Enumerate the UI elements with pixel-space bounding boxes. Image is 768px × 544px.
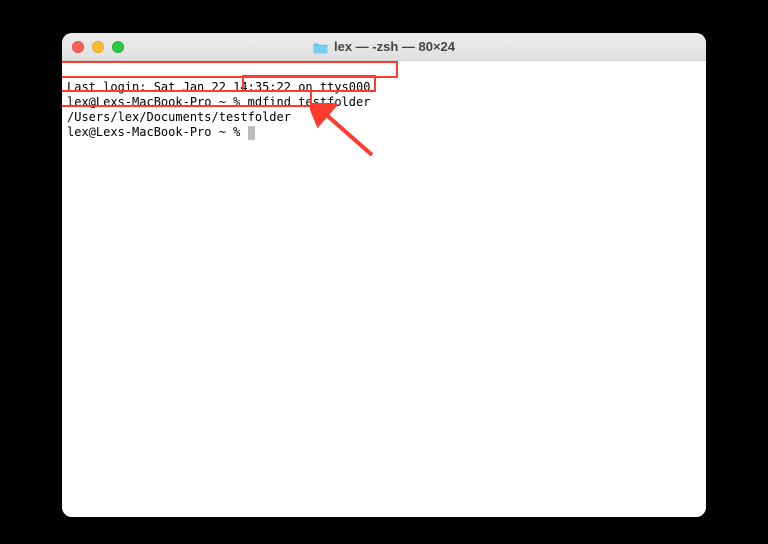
terminal-line-login: Last login: Sat Jan 22 14:35:22 on ttys0… bbox=[67, 80, 701, 95]
prompt-text: lex@Lexs-MacBook-Pro ~ % bbox=[67, 95, 248, 109]
maximize-button[interactable] bbox=[112, 41, 124, 53]
window-titlebar: lex — -zsh — 80×24 bbox=[62, 33, 706, 61]
cursor bbox=[248, 126, 255, 140]
folder-icon bbox=[313, 41, 328, 53]
terminal-line-prompt: lex@Lexs-MacBook-Pro ~ % bbox=[67, 125, 701, 140]
prompt2-text: lex@Lexs-MacBook-Pro ~ % bbox=[67, 125, 248, 139]
login-text: Last login: Sat Jan 22 14:35:22 on ttys0… bbox=[67, 80, 370, 94]
output-text: /Users/lex/Documents/testfolder bbox=[67, 110, 291, 124]
terminal-body[interactable]: Last login: Sat Jan 22 14:35:22 on ttys0… bbox=[62, 61, 706, 517]
title-wrap: lex — -zsh — 80×24 bbox=[62, 39, 706, 54]
traffic-lights bbox=[72, 41, 124, 53]
close-button[interactable] bbox=[72, 41, 84, 53]
window-title: lex — -zsh — 80×24 bbox=[334, 39, 455, 54]
terminal-line-command: lex@Lexs-MacBook-Pro ~ % mdfind testfold… bbox=[67, 95, 701, 110]
minimize-button[interactable] bbox=[92, 41, 104, 53]
terminal-line-output: /Users/lex/Documents/testfolder bbox=[67, 110, 701, 125]
command-text: mdfind testfolder bbox=[248, 95, 371, 109]
annotation-box-top bbox=[62, 61, 398, 78]
terminal-window: lex — -zsh — 80×24 Last login: Sat Jan 2… bbox=[62, 33, 706, 517]
